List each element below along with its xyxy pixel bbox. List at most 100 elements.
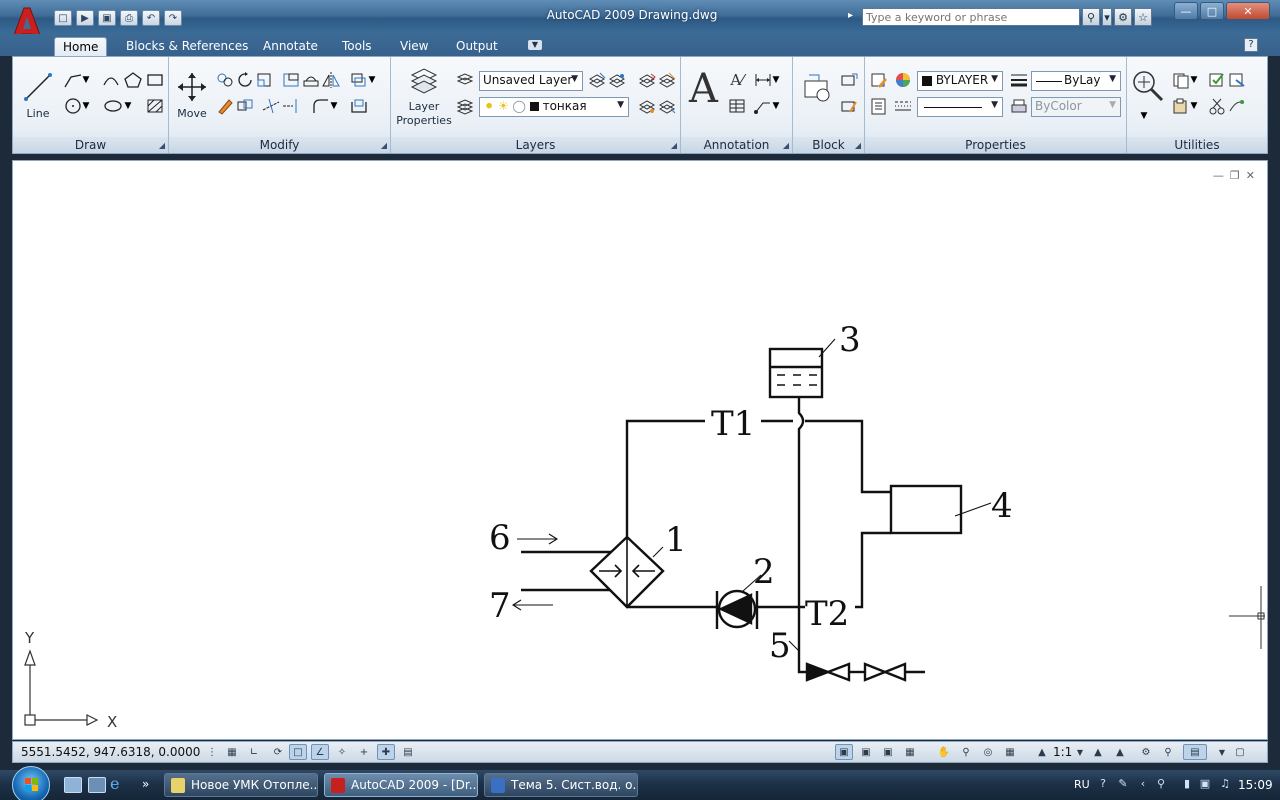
annotation-scale-value[interactable]: 1:1 <box>1053 745 1072 759</box>
panel-title-block[interactable]: Block <box>793 137 864 153</box>
favorites-star-icon[interactable]: ☆ <box>1134 8 1152 26</box>
lineweight-icon[interactable] <box>1009 71 1029 89</box>
tray-network-icon[interactable]: ⚲ <box>1154 777 1168 792</box>
previous-layer-icon[interactable] <box>637 71 657 89</box>
cursor-coordinates[interactable]: 5551.5452, 947.6318, 0.0000 <box>21 745 200 759</box>
annotation-visibility-icon[interactable]: ▲ <box>1089 744 1107 760</box>
steering-wheel-icon[interactable]: ◎ <box>979 744 997 760</box>
snap-mode-icon[interactable]: ⋮ <box>203 744 221 760</box>
new-file-icon[interactable]: □ <box>54 10 72 26</box>
object-snap-icon[interactable]: □ <box>289 744 307 760</box>
make-current-layer-icon[interactable] <box>587 71 607 89</box>
layer-freeze-icon[interactable] <box>657 97 677 115</box>
zoom-magnifier-icon[interactable] <box>1131 69 1165 103</box>
insert-block-icon[interactable] <box>801 71 835 105</box>
join-icon[interactable] <box>349 97 369 115</box>
status-menu-icon[interactable]: ▼ <box>1213 744 1231 760</box>
maximize-button[interactable]: □ <box>1200 2 1224 20</box>
search-dropdown-icon[interactable]: ▾ <box>1102 8 1112 26</box>
clean-screen-icon[interactable]: ▢ <box>1231 744 1249 760</box>
extend-icon[interactable] <box>281 97 301 115</box>
plot-style-combo[interactable]: ByColor ▼ <box>1031 97 1121 117</box>
grid-display-icon[interactable]: ▦ <box>223 744 241 760</box>
model-space-icon[interactable]: ▣ <box>835 744 853 760</box>
annotation-scale-dropdown-icon[interactable]: ▼ <box>1071 744 1089 760</box>
task-word-document[interactable]: Новое УМК Отопле... <box>164 773 318 797</box>
offset-icon[interactable] <box>349 71 369 89</box>
hatch-icon[interactable] <box>145 97 165 115</box>
switch-windows-icon[interactable] <box>88 777 106 793</box>
explode-icon[interactable] <box>235 97 255 115</box>
single-line-text-icon[interactable]: A⁄ <box>727 71 747 89</box>
layer-state-icon[interactable] <box>455 71 475 89</box>
panel-title-modify[interactable]: Modify <box>169 137 390 153</box>
current-layer-combo[interactable]: ⚫ ☀ ◯ тонкая ▼ <box>479 97 629 117</box>
panel-title-properties[interactable]: Properties <box>865 137 1126 153</box>
paste-dropdown-icon[interactable]: ▼ <box>1189 97 1199 115</box>
layer-unlock-icon[interactable]: ◯ <box>512 99 525 113</box>
tab-tools[interactable]: Tools <box>334 37 380 56</box>
multiline-text-icon[interactable]: A <box>689 69 718 109</box>
scale-icon[interactable] <box>255 71 275 89</box>
tray-volume-icon[interactable]: ♫ <box>1218 777 1232 792</box>
zoom-status-icon[interactable]: ⚲ <box>957 744 975 760</box>
linear-dimension-icon[interactable] <box>753 71 773 89</box>
internet-explorer-icon[interactable]: e <box>110 776 128 793</box>
workspace-switch-icon[interactable]: ⚙ <box>1137 744 1155 760</box>
quick-select-icon[interactable] <box>1207 71 1227 89</box>
dynamic-ucs-icon[interactable]: ✧ <box>333 744 351 760</box>
taskbar-clock[interactable]: 15:09 <box>1238 778 1273 792</box>
select-cycle-icon[interactable] <box>1227 71 1247 89</box>
fillet-icon[interactable] <box>311 97 331 115</box>
print-icon[interactable]: ⎙ <box>120 10 138 26</box>
modify-panel-expand-icon[interactable]: ◢ <box>381 141 387 150</box>
lineweight-combo[interactable]: ByLay ▼ <box>1031 71 1121 91</box>
layout-2-icon[interactable]: ▣ <box>879 744 897 760</box>
redo-icon[interactable]: ↷ <box>164 10 182 26</box>
polyline-dropdown-icon[interactable]: ▼ <box>81 71 91 89</box>
search-input[interactable] <box>862 8 1080 26</box>
cut-icon[interactable] <box>1207 97 1227 115</box>
properties-palette-icon[interactable] <box>869 97 889 115</box>
layer-thaw-sun-icon[interactable]: ☀ <box>498 99 509 113</box>
ortho-mode-icon[interactable]: ∟ <box>245 744 263 760</box>
panel-title-utilities[interactable]: Utilities <box>1127 137 1267 153</box>
task-word-topic[interactable]: Тема 5. Сист.вод. о... <box>484 773 638 797</box>
zoom-dropdown-icon[interactable]: ▼ <box>1139 107 1149 125</box>
match-utilities-icon[interactable] <box>1227 97 1247 115</box>
tray-expand-icon[interactable]: ‹ <box>1136 777 1150 792</box>
fillet-dropdown-icon[interactable]: ▼ <box>329 97 339 115</box>
linetype-icon[interactable] <box>893 97 913 115</box>
panel-title-annotation[interactable]: Annotation <box>681 137 792 153</box>
arc-icon[interactable] <box>101 71 121 89</box>
ribbon-minimize-icon[interactable]: ▼ <box>528 40 542 50</box>
layers-panel-expand-icon[interactable]: ◢ <box>671 141 677 150</box>
mirror-icon[interactable] <box>321 71 341 89</box>
polar-tracking-icon[interactable]: ⟳ <box>269 744 287 760</box>
tab-view[interactable]: View <box>392 37 436 56</box>
help-tray-icon[interactable]: ? <box>1096 777 1110 792</box>
quick-view-icon[interactable]: ▦ <box>901 744 919 760</box>
create-block-icon[interactable] <box>839 71 859 89</box>
help-icon[interactable]: ? <box>1244 38 1258 52</box>
rotate-icon[interactable] <box>235 71 255 89</box>
copy-dropdown-icon[interactable]: ▼ <box>1189 71 1199 89</box>
edit-block-icon[interactable] <box>839 97 859 115</box>
trim-icon[interactable] <box>261 97 281 115</box>
save-icon[interactable]: ▣ <box>98 10 116 26</box>
layer-off-icon[interactable] <box>637 97 657 115</box>
communication-center-icon[interactable]: ⚙ <box>1114 8 1132 26</box>
polyline-icon[interactable] <box>63 71 83 89</box>
dynamic-input-icon[interactable]: + <box>355 744 373 760</box>
isolate-layer-icon[interactable] <box>657 71 677 89</box>
block-panel-expand-icon[interactable]: ◢ <box>855 141 861 150</box>
status-tray-settings-icon[interactable]: ▤ <box>1183 744 1207 760</box>
paste-icon[interactable] <box>1171 97 1191 115</box>
copy-icon[interactable] <box>215 71 235 89</box>
stretch-icon[interactable] <box>281 71 301 89</box>
layer-on-bulb-icon[interactable]: ⚫ <box>484 99 494 113</box>
ellipse-dropdown-icon[interactable]: ▼ <box>123 97 133 115</box>
offset-dropdown-icon[interactable]: ▼ <box>367 71 377 89</box>
line-tool-icon[interactable] <box>23 71 53 103</box>
quicklaunch-overflow-icon[interactable]: » <box>142 777 160 793</box>
